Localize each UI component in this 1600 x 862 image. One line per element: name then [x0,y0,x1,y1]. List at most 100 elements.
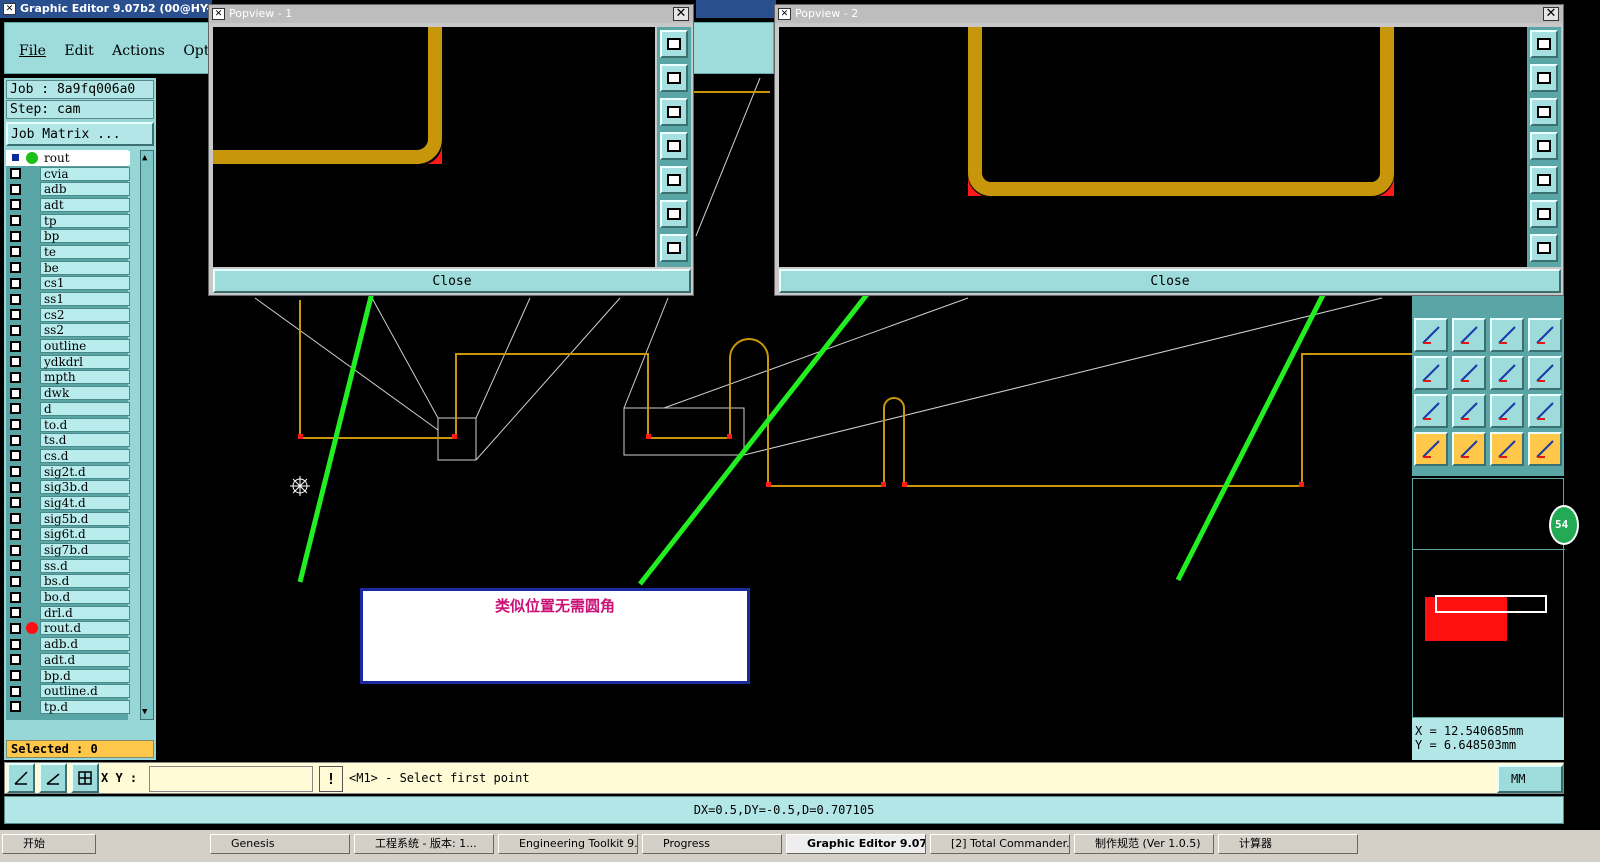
popview-2-canvas[interactable] [779,27,1527,267]
layer-row[interactable]: cs2 [6,307,130,323]
popview-1-close-icon[interactable]: ✕ [673,7,689,21]
right-icon[interactable] [1530,166,1558,194]
task-engineering-system[interactable]: 工程系统 - 版本: 1... [354,834,494,854]
zoom-fit-icon[interactable] [1530,200,1558,228]
layer-row[interactable]: rout.d [6,621,130,637]
layer-checkbox[interactable] [10,309,21,321]
align-icon[interactable] [1528,318,1562,352]
layer-row[interactable]: sig5b.d [6,511,130,527]
pad-icon[interactable] [1414,394,1448,428]
menu-file[interactable]: File [19,43,46,59]
layer-checkbox[interactable] [10,654,21,666]
line-icon[interactable] [1452,318,1486,352]
layer-row[interactable]: dwk [6,385,130,401]
task-engineering-toolkit[interactable]: Engineering Toolkit 9... [498,834,638,854]
node-icon[interactable] [1528,432,1562,466]
layer-checkbox[interactable] [10,685,21,697]
menu-edit[interactable]: Edit [64,43,93,59]
popview-2-close-button[interactable]: Close [779,269,1561,293]
layer-row[interactable]: bo.d [6,589,130,605]
scroll-up-icon[interactable]: ▲ [142,153,147,163]
shape-icon[interactable] [1528,356,1562,390]
up-icon[interactable] [1530,64,1558,92]
text-icon[interactable] [1490,394,1524,428]
layer-checkbox[interactable] [10,607,21,619]
layer-row[interactable]: d [6,401,130,417]
snap-icon[interactable] [7,763,35,793]
layer-row[interactable]: sig4t.d [6,495,130,511]
pan-icon[interactable] [1530,234,1558,262]
layer-checkbox[interactable] [10,481,21,493]
layer-row[interactable]: mpth [6,370,130,386]
copy-view-icon[interactable] [1530,30,1558,58]
layer-checkbox[interactable] [10,403,21,415]
layer-row[interactable]: bp [6,228,130,244]
layer-row[interactable]: ss1 [6,291,130,307]
layer-checkbox[interactable] [10,638,21,650]
popview-1-close-button[interactable]: Close [213,269,691,293]
layer-row[interactable]: adb.d [6,636,130,652]
layer-row[interactable]: tp [6,213,130,229]
layer-checkbox[interactable] [10,497,21,509]
down-icon[interactable] [1530,98,1558,126]
layer-checkbox[interactable] [10,701,21,713]
layer-checkbox[interactable] [10,575,21,587]
layer-checkbox[interactable] [10,419,21,431]
arc-icon[interactable] [1490,318,1524,352]
layer-checkbox[interactable] [10,513,21,525]
layer-checkbox[interactable] [10,262,21,274]
layer-checkbox[interactable] [10,293,21,305]
zoom-badge[interactable]: 54 [1549,505,1579,545]
transform-icon[interactable] [1414,356,1448,390]
select-icon[interactable] [1414,432,1448,466]
layer-checkbox[interactable] [10,277,21,289]
layer-row[interactable]: adb [6,181,130,197]
task-total-commander[interactable]: [2] Total Commander... [930,834,1070,854]
layer-row[interactable]: be [6,260,130,276]
layer-checkbox[interactable] [10,340,21,352]
xy-input[interactable] [149,766,313,792]
layer-scrollbar[interactable]: ▲ ▼ [140,150,154,720]
units-selector[interactable]: MM [1497,765,1563,793]
layer-checkbox[interactable] [10,168,21,180]
layer-checkbox[interactable] [10,199,21,211]
task-graphic-editor[interactable]: Graphic Editor 9.07... [786,834,926,854]
layer-checkbox[interactable] [10,230,21,242]
layer-checkbox[interactable] [10,622,21,634]
layer-row[interactable]: drl.d [6,605,130,621]
overview-panel[interactable]: 54 [1412,478,1579,718]
start-button[interactable]: 开始 [2,834,96,854]
popview-2-close-icon[interactable]: ✕ [1543,7,1559,21]
up-icon[interactable] [660,64,688,92]
down-icon[interactable] [660,98,688,126]
layer-checkbox[interactable] [10,670,21,682]
layer-top-row[interactable]: rout [6,150,130,166]
zoom-fit-icon[interactable] [660,200,688,228]
layer-row[interactable]: cs.d [6,448,130,464]
layer-checkbox[interactable] [10,544,21,556]
layer-row[interactable]: outline [6,338,130,354]
job-matrix-button[interactable]: Job Matrix ... [6,122,154,146]
layer-checkbox[interactable] [10,324,21,336]
layer-row[interactable]: sig7b.d [6,542,130,558]
layer-row[interactable]: te [6,244,130,260]
layer-row[interactable]: adt [6,197,130,213]
layer-row[interactable]: sig3b.d [6,479,130,495]
snap-line-icon[interactable] [1490,356,1524,390]
layer-row[interactable]: outline.d [6,683,130,699]
layer-row[interactable]: cs1 [6,276,130,292]
layer-checkbox[interactable] [10,215,21,227]
layer-checkbox[interactable] [10,183,21,195]
arrow-up-icon[interactable] [1452,394,1486,428]
pan-icon[interactable] [660,234,688,262]
layer-row[interactable]: ydkdrl [6,354,130,370]
layer-row[interactable]: bp.d [6,668,130,684]
layer-checkbox[interactable] [10,528,21,540]
layer-checkbox[interactable] [10,560,21,572]
menu-actions[interactable]: Actions [112,43,165,59]
layer-checkbox[interactable] [10,466,21,478]
layer-checkbox[interactable] [10,356,21,368]
layer-row[interactable]: sig6t.d [6,527,130,543]
left-icon[interactable] [1530,132,1558,160]
copy-view-icon[interactable] [660,30,688,58]
